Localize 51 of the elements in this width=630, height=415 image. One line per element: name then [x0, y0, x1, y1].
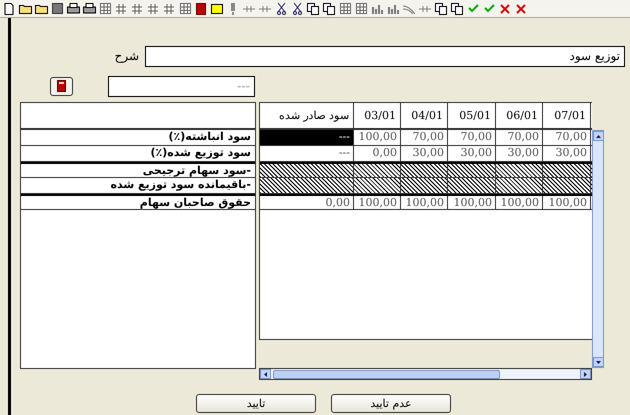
check-icon[interactable]: [468, 4, 478, 14]
column-header: 07/01: [543, 103, 591, 128]
curve-icon[interactable]: [403, 4, 415, 14]
copy-icon[interactable]: [435, 2, 447, 14]
description-label: شرح: [114, 49, 139, 63]
confirm-button[interactable]: تایید: [196, 394, 316, 413]
row-label: سود توزیع شده(٪): [21, 146, 255, 162]
reject-button[interactable]: عدم تایید: [331, 394, 451, 413]
code-field[interactable]: ---: [108, 76, 255, 96]
hash-icon[interactable]: [132, 4, 142, 14]
hash-icon[interactable]: [148, 4, 158, 14]
folder-icon[interactable]: [18, 4, 32, 14]
row-label: -باقیمانده سود توزیع شده: [21, 178, 255, 194]
copy-icon[interactable]: [451, 2, 463, 14]
hash-icon[interactable]: [116, 4, 126, 14]
scissors-icon[interactable]: [276, 2, 286, 14]
check-icon[interactable]: [484, 4, 494, 14]
description-field[interactable]: توزیع سود: [145, 46, 625, 66]
up-arrow-icon: [596, 134, 601, 138]
column-header: 03/01: [354, 103, 401, 128]
folder-icon[interactable]: [34, 4, 48, 14]
table-icon[interactable]: [180, 3, 190, 14]
grid-icon[interactable]: [100, 3, 110, 14]
row-label: -سود سهام ترجیحی: [21, 162, 255, 178]
column-header: 06/01: [496, 103, 543, 128]
column-header: سود صادر شده: [260, 103, 354, 128]
cross-icon[interactable]: [500, 4, 510, 14]
page-icon[interactable]: [4, 2, 14, 14]
scissors-icon[interactable]: [292, 2, 302, 14]
paste-icon[interactable]: [323, 2, 335, 14]
table-cell[interactable]: ---: [260, 130, 354, 145]
calculator-icon: [57, 80, 66, 92]
hash-icon[interactable]: [164, 4, 174, 14]
printer-icon[interactable]: [82, 3, 96, 14]
row-label: حقوق صاحبان سهام: [21, 194, 255, 210]
printer-icon[interactable]: [66, 3, 80, 14]
column-header: 04/01: [401, 103, 448, 128]
down-arrow-icon: [596, 360, 601, 364]
horizontal-scrollbar[interactable]: [259, 368, 592, 380]
save-icon[interactable]: [52, 3, 62, 14]
row-label: سود انباشته(٪): [21, 130, 255, 146]
cross-icon[interactable]: [516, 4, 526, 14]
bars-icon[interactable]: [372, 4, 382, 14]
calculator-button[interactable]: [50, 76, 73, 96]
left-arrow-icon: [264, 372, 267, 376]
vertical-scrollbar[interactable]: [592, 130, 604, 368]
column-header: 05/01: [448, 103, 496, 128]
copy-icon[interactable]: [307, 2, 319, 14]
calculator-icon[interactable]: [196, 2, 206, 14]
right-arrow-icon: [584, 372, 587, 376]
bars-icon[interactable]: [388, 4, 398, 14]
